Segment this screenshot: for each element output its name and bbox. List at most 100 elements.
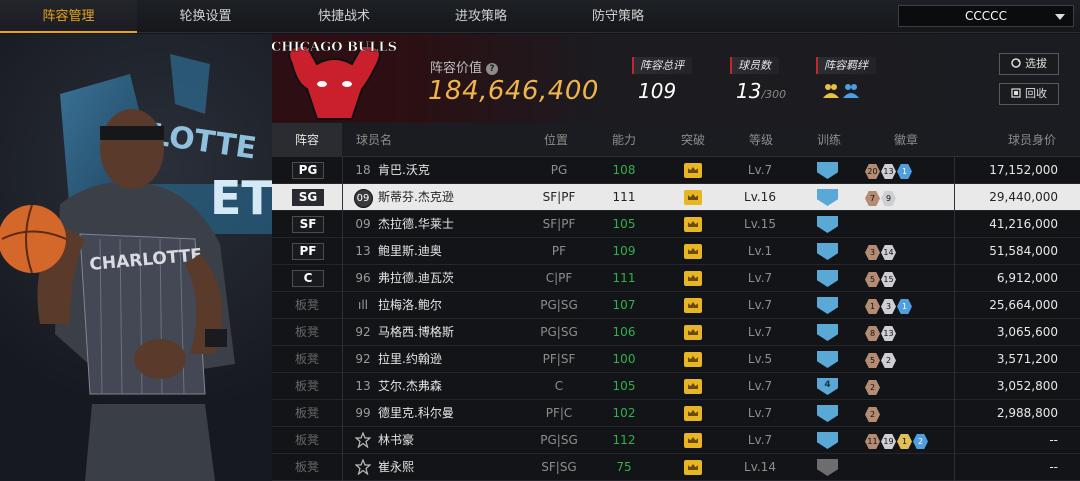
col-level[interactable]: 等级: [749, 123, 773, 157]
badge-count-icon: 3: [881, 299, 896, 314]
team-select-dropdown[interactable]: CCCCC: [898, 5, 1074, 27]
slot-bench: 板凳: [294, 298, 319, 312]
table-row[interactable]: 板凳 林书豪 PG|SG 112 Lv.7 11 19 1 2 --: [272, 427, 1080, 454]
recycle-button-label: 回收: [1025, 87, 1047, 100]
player-position: PG|SG: [540, 433, 578, 447]
table-row[interactable]: SF 09 杰拉德.华莱士 SF|PF 105 Lv.15 41,216,000: [272, 211, 1080, 238]
player-name[interactable]: 德里克.科尔曼: [378, 400, 454, 427]
col-badges[interactable]: 徽章: [894, 123, 918, 157]
lineup-bond-label: 阵容羁绊: [816, 57, 876, 74]
player-level: Lv.1: [747, 244, 773, 258]
player-ability: 111: [612, 190, 636, 204]
slot-bench: 板凳: [294, 460, 319, 474]
tab-lineup-management[interactable]: 阵容管理: [0, 0, 137, 33]
tab-defense-strategy[interactable]: 防守策略: [548, 0, 688, 33]
player-name[interactable]: 林书豪: [378, 427, 414, 454]
training-shield-icon[interactable]: [817, 157, 839, 184]
training-shield-icon[interactable]: [817, 292, 839, 319]
training-shield-icon[interactable]: [817, 184, 839, 211]
table-row[interactable]: 板凳 92 马格西.博格斯 PG|SG 106 Lv.7 8 13 3,065,600: [272, 319, 1080, 346]
training-shield-icon[interactable]: [817, 265, 839, 292]
player-salary: 3,065,600: [996, 325, 1058, 339]
training-shield-icon[interactable]: 4: [817, 373, 839, 400]
player-ability: 75: [616, 460, 632, 474]
recycle-button[interactable]: 回收: [999, 83, 1059, 105]
breakthrough-crown-icon[interactable]: [684, 373, 704, 400]
col-salary[interactable]: 球员身价: [1008, 123, 1056, 157]
breakthrough-crown-icon[interactable]: [684, 292, 704, 319]
breakthrough-crown-icon[interactable]: [684, 184, 704, 211]
logo-text: CHICAGO BULLS: [272, 40, 397, 55]
slot-tag[interactable]: SF: [292, 216, 324, 233]
select-button[interactable]: 选拔: [999, 53, 1059, 75]
player-name[interactable]: 艾尔.杰弗森: [378, 373, 442, 400]
slot-tag[interactable]: PF: [292, 243, 324, 260]
help-icon[interactable]: ?: [486, 63, 499, 75]
breakthrough-crown-icon[interactable]: [684, 157, 704, 184]
table-row[interactable]: 板凳 13 艾尔.杰弗森 C 105 Lv.7 4 2 3,052,800: [272, 373, 1080, 400]
player-salary: 17,152,000: [989, 163, 1058, 177]
player-name[interactable]: 斯蒂芬.杰克逊: [378, 184, 454, 211]
chevron-down-icon: [1055, 14, 1065, 20]
table-row[interactable]: PG 18 肯巴.沃克 PG 108 Lv.7 20 13 1 17,152,000: [272, 157, 1080, 184]
player-level: Lv.16: [744, 190, 776, 204]
roster-table-header: 阵容 球员名 位置 能力 突破 等级 训练 徽章 球员身价: [272, 123, 1080, 157]
training-shield-icon[interactable]: [817, 238, 839, 265]
training-shield-icon[interactable]: [817, 211, 839, 238]
breakthrough-crown-icon[interactable]: [684, 454, 704, 481]
player-ability: 100: [612, 352, 636, 366]
table-row[interactable]: C 96 弗拉德.迪瓦茨 C|PF 111 Lv.7 5 15 6,912,000: [272, 265, 1080, 292]
player-name[interactable]: 弗拉德.迪瓦茨: [378, 265, 454, 292]
overall-rating-label: 阵容总评: [632, 57, 692, 74]
top-tab-bar: 阵容管理 轮换设置 快捷战术 进攻策略 防守策略 CCCCC: [0, 0, 1080, 33]
player-name[interactable]: 马格西.博格斯: [378, 319, 454, 346]
training-shield-icon[interactable]: [817, 400, 839, 427]
player-name[interactable]: 拉梅洛.鲍尔: [378, 292, 442, 319]
player-name[interactable]: 拉里.约翰逊: [378, 346, 442, 373]
player-level: Lv.15: [744, 217, 776, 231]
col-slot[interactable]: 阵容: [272, 123, 342, 157]
tab-rotation-settings[interactable]: 轮换设置: [137, 0, 274, 33]
table-row[interactable]: 板凳 崔永熙 SF|SG 75 Lv.14 --: [272, 454, 1080, 481]
player-position: PG|SG: [540, 325, 578, 339]
tab-offense-strategy[interactable]: 进攻策略: [414, 0, 548, 33]
col-breakthrough[interactable]: 突破: [681, 123, 705, 157]
table-row[interactable]: 板凳 92 拉里.约翰逊 PF|SF 100 Lv.5 5 2 3,571,200: [272, 346, 1080, 373]
training-shield-icon[interactable]: [817, 319, 839, 346]
jersey-number: 09: [355, 217, 371, 231]
tab-quick-tactics[interactable]: 快捷战术: [274, 0, 414, 33]
badge-count-icon: 2: [865, 407, 880, 422]
breakthrough-crown-icon[interactable]: [684, 319, 704, 346]
player-portrait: LOTTE ET CHARLOTTE: [0, 34, 272, 481]
slot-tag[interactable]: PG: [292, 162, 324, 179]
badge-count-icon: 15: [881, 272, 896, 287]
player-name[interactable]: 肯巴.沃克: [378, 157, 430, 184]
training-shield-icon[interactable]: [817, 346, 839, 373]
bond-icons[interactable]: [822, 81, 860, 105]
player-name[interactable]: 崔永熙: [378, 454, 414, 481]
col-position[interactable]: 位置: [544, 123, 568, 157]
col-ability[interactable]: 能力: [612, 123, 636, 157]
slot-tag[interactable]: SG: [292, 189, 324, 206]
breakthrough-crown-icon[interactable]: [684, 211, 704, 238]
table-row[interactable]: 板凳 99 德里克.科尔曼 PF|C 102 Lv.7 2 2,988,800: [272, 400, 1080, 427]
table-row[interactable]: SG 09 斯蒂芬.杰克逊 SF|PF 111 Lv.16 7 9 29,440,000: [272, 184, 1080, 211]
badge-list: 52: [865, 346, 897, 373]
breakthrough-crown-icon[interactable]: [684, 238, 704, 265]
table-row[interactable]: PF 13 鲍里斯.迪奥 PF 109 Lv.1 3 14 51,584,000: [272, 238, 1080, 265]
col-player-name[interactable]: 球员名: [356, 123, 392, 157]
player-name[interactable]: 鲍里斯.迪奥: [378, 238, 442, 265]
player-level: Lv.5: [747, 352, 773, 366]
breakthrough-crown-icon[interactable]: [684, 400, 704, 427]
slot-tag[interactable]: C: [292, 270, 324, 287]
breakthrough-crown-icon[interactable]: [684, 265, 704, 292]
breakthrough-crown-icon[interactable]: [684, 427, 704, 454]
training-shield-icon[interactable]: [817, 427, 839, 454]
player-name[interactable]: 杰拉德.华莱士: [378, 211, 454, 238]
breakthrough-crown-icon[interactable]: [684, 346, 704, 373]
training-shield-icon[interactable]: [817, 454, 839, 481]
team-select-value: CCCCC: [965, 9, 1007, 23]
table-row[interactable]: 板凳 ıll 拉梅洛.鲍尔 PG|SG 107 Lv.7 1 3 1 25,664,000: [272, 292, 1080, 319]
jersey-number: 18: [355, 163, 371, 177]
col-training[interactable]: 训练: [817, 123, 841, 157]
